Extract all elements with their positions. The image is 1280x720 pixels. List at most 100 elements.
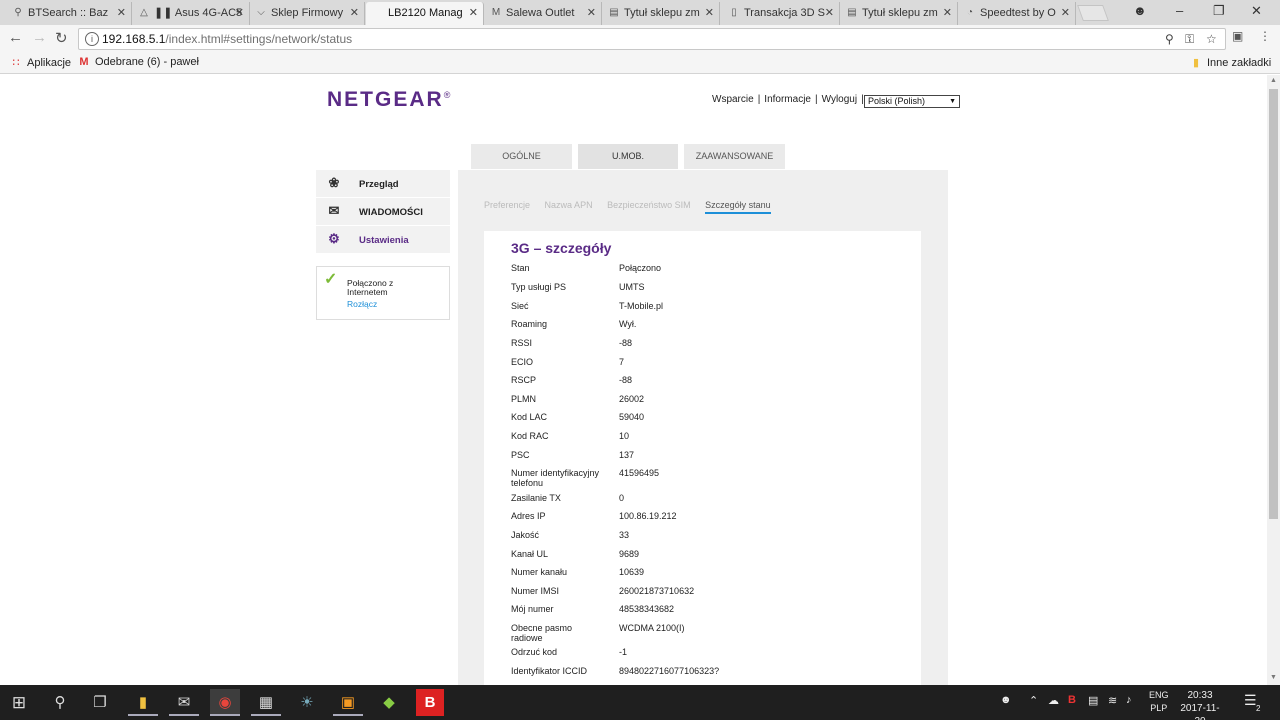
speedometer-icon: ◔ xyxy=(966,7,974,18)
close-tab-icon[interactable]: ✕ xyxy=(943,2,952,24)
tray-chevron-icon[interactable]: ⌃ xyxy=(1029,694,1038,707)
minimize-icon[interactable]: – xyxy=(1176,3,1183,18)
cloud-icon[interactable]: ☁ xyxy=(1048,694,1059,707)
browser-tab[interactable]: ◔ Speedtest by O ✕ xyxy=(958,2,1076,25)
chevron-logo-icon: ⌵ xyxy=(257,7,265,18)
new-tab-button[interactable] xyxy=(1077,5,1109,21)
browser-tab[interactable]: ▯ Transakcja 3D S ✕ xyxy=(722,2,840,25)
app-b-icon[interactable]: B xyxy=(416,689,444,716)
scrollbar-thumb[interactable] xyxy=(1269,89,1278,519)
file-explorer-icon[interactable]: ▮ xyxy=(128,689,158,716)
close-tab-icon[interactable]: ✕ xyxy=(587,2,596,24)
close-window-icon[interactable]: ✕ xyxy=(1251,3,1262,19)
sidebar-item-label: Ustawienia xyxy=(359,235,409,246)
details-value: UMTS xyxy=(619,282,645,292)
details-value: 41596495 xyxy=(619,468,660,478)
zoom-icon[interactable]: ⚲ xyxy=(1165,32,1174,46)
details-label: ECIO xyxy=(511,357,534,367)
sidebar-item-overview[interactable]: ❀ Przegląd xyxy=(316,170,450,197)
bookmark-apps[interactable]: ∷ Aplikacje xyxy=(10,56,72,69)
details-value: 100.86.19.212 xyxy=(619,511,677,521)
task-view-icon[interactable]: ❐ xyxy=(85,689,115,716)
extension-icon[interactable]: ▣ xyxy=(1232,29,1243,43)
scroll-up-icon[interactable]: ▲ xyxy=(1270,77,1277,84)
support-link[interactable]: Wsparcie xyxy=(712,94,754,105)
people-icon[interactable]: ☻ xyxy=(1000,694,1012,706)
clock-date: 2017-11-20 xyxy=(1180,703,1220,720)
details-value: -88 xyxy=(619,338,633,348)
close-tab-icon[interactable]: ✕ xyxy=(350,2,359,24)
bookmark-other-folder[interactable]: ▮ Inne zakładki xyxy=(1190,56,1271,69)
wifi-icon[interactable]: ≋ xyxy=(1108,694,1117,707)
forward-icon[interactable]: → xyxy=(32,29,47,46)
details-value: 7 xyxy=(619,357,625,367)
battery-icon[interactable]: ▤ xyxy=(1088,694,1098,707)
windows-start-icon[interactable]: ⊞ xyxy=(4,689,34,716)
subtab-preferences[interactable]: Preferencje xyxy=(484,200,530,212)
input-language-indicator[interactable]: ENG PLP xyxy=(1149,689,1169,715)
clock-time: 20:33 xyxy=(1187,690,1213,701)
maximize-icon[interactable]: ❐ xyxy=(1213,3,1225,19)
store-icon: ▤ xyxy=(847,7,857,18)
address-url[interactable]: 192.168.5.1/index.html#settings/network/… xyxy=(102,32,352,46)
bookmark-star-icon[interactable]: ☆ xyxy=(1206,32,1217,46)
sidebar-item-settings[interactable]: ⚙ Ustawienia xyxy=(316,226,450,253)
details-label: Numer identyfikacyjny telefonu xyxy=(511,468,600,488)
details-label: Numer IMSI xyxy=(511,586,560,596)
chrome-icon[interactable]: ◉ xyxy=(210,689,240,716)
tab-mobile-broadband[interactable]: U.MOB. xyxy=(578,144,678,169)
info-link[interactable]: Informacje xyxy=(764,94,811,105)
browser-tab[interactable]: ⌵ Sklep Firmowy ✕ xyxy=(249,2,365,25)
info-icon[interactable]: i xyxy=(85,32,99,46)
close-tab-icon[interactable]: ✕ xyxy=(1061,2,1070,24)
profile-icon[interactable]: ☻ xyxy=(1133,3,1147,18)
search-icon[interactable]: ⚲ xyxy=(45,689,75,716)
close-tab-icon[interactable]: ✕ xyxy=(469,2,478,24)
close-tab-icon[interactable]: ✕ xyxy=(235,2,244,24)
page-scrollbar[interactable]: ▲ ▼ xyxy=(1267,75,1280,685)
details-value: 137 xyxy=(619,450,635,460)
details-value: T-Mobile.pl xyxy=(619,301,664,311)
key-icon[interactable]: ⚿ xyxy=(1185,32,1194,47)
app-orange-icon[interactable]: ▣ xyxy=(333,689,363,716)
mail-icon[interactable]: ✉ xyxy=(169,689,199,716)
app-globe-icon[interactable]: ☀ xyxy=(292,689,322,716)
browser-tab[interactable]: ▤ Tytuł sklepu zm ✕ xyxy=(602,2,720,25)
subtab-apn-name[interactable]: Nazwa APN xyxy=(545,200,593,212)
reload-icon[interactable]: ↻ xyxy=(55,29,68,47)
browser-tab[interactable]: △ ❚❚ Asus 4G-AC5 ✕ xyxy=(132,2,250,25)
address-bar[interactable]: i 192.168.5.1/index.html#settings/networ… xyxy=(78,28,1226,50)
bookmark-gmail[interactable]: M Odebrane (6) - paweł xyxy=(78,56,199,68)
menu-icon[interactable]: ⋮ xyxy=(1259,29,1271,43)
sidebar-item-messages[interactable]: ✉ WIADOMOŚCI xyxy=(316,198,450,225)
close-tab-icon[interactable]: ✕ xyxy=(825,2,834,24)
notifications-icon[interactable]: ☰ xyxy=(1244,692,1257,709)
browser-tab[interactable]: LB2120 Manag ✕ xyxy=(366,2,484,25)
clock[interactable]: 20:33 2017-11-20 xyxy=(1178,689,1222,720)
logo-registered-mark: ® xyxy=(443,90,453,100)
tray-b-icon[interactable]: B xyxy=(1068,694,1076,706)
sidebar: ❀ Przegląd ✉ WIADOMOŚCI ⚙ Ustawienia xyxy=(316,170,450,254)
details-value: 10639 xyxy=(619,567,645,577)
subtab-status-details[interactable]: Szczegóły stanu xyxy=(705,200,771,214)
calculator-icon[interactable]: ▦ xyxy=(251,689,281,716)
tab-advanced[interactable]: ZAAWANSOWANE xyxy=(684,144,785,169)
speaker-icon[interactable]: ♪ xyxy=(1126,694,1132,706)
tab-general[interactable]: OGÓLNE xyxy=(471,144,572,169)
app-diamond-icon[interactable]: ◆ xyxy=(374,689,404,716)
browser-tab[interactable]: M Salewa Outlet ✕ xyxy=(484,2,602,25)
subtab-sim-security[interactable]: Bezpieczeństwo SIM xyxy=(607,200,691,212)
browser-tab[interactable]: ⚲ BTSearch :: Baz ✕ xyxy=(6,2,132,25)
details-value: -88 xyxy=(619,375,633,385)
language-select[interactable]: Polski (Polish) ▼ xyxy=(864,95,960,108)
sidebar-item-label: Przegląd xyxy=(359,179,399,190)
disconnect-link[interactable]: Rozłącz xyxy=(347,299,377,309)
tab-title: Tytuł sklepu zm xyxy=(624,7,700,19)
close-tab-icon[interactable]: ✕ xyxy=(117,2,126,24)
back-icon[interactable]: ← xyxy=(8,29,23,46)
scroll-down-icon[interactable]: ▼ xyxy=(1270,674,1277,681)
logout-link[interactable]: Wyloguj xyxy=(822,94,857,105)
close-tab-icon[interactable]: ✕ xyxy=(705,2,714,24)
document-icon: ▯ xyxy=(731,7,737,18)
browser-tab[interactable]: ▤ Tytuł sklepu zm ✕ xyxy=(840,2,958,25)
